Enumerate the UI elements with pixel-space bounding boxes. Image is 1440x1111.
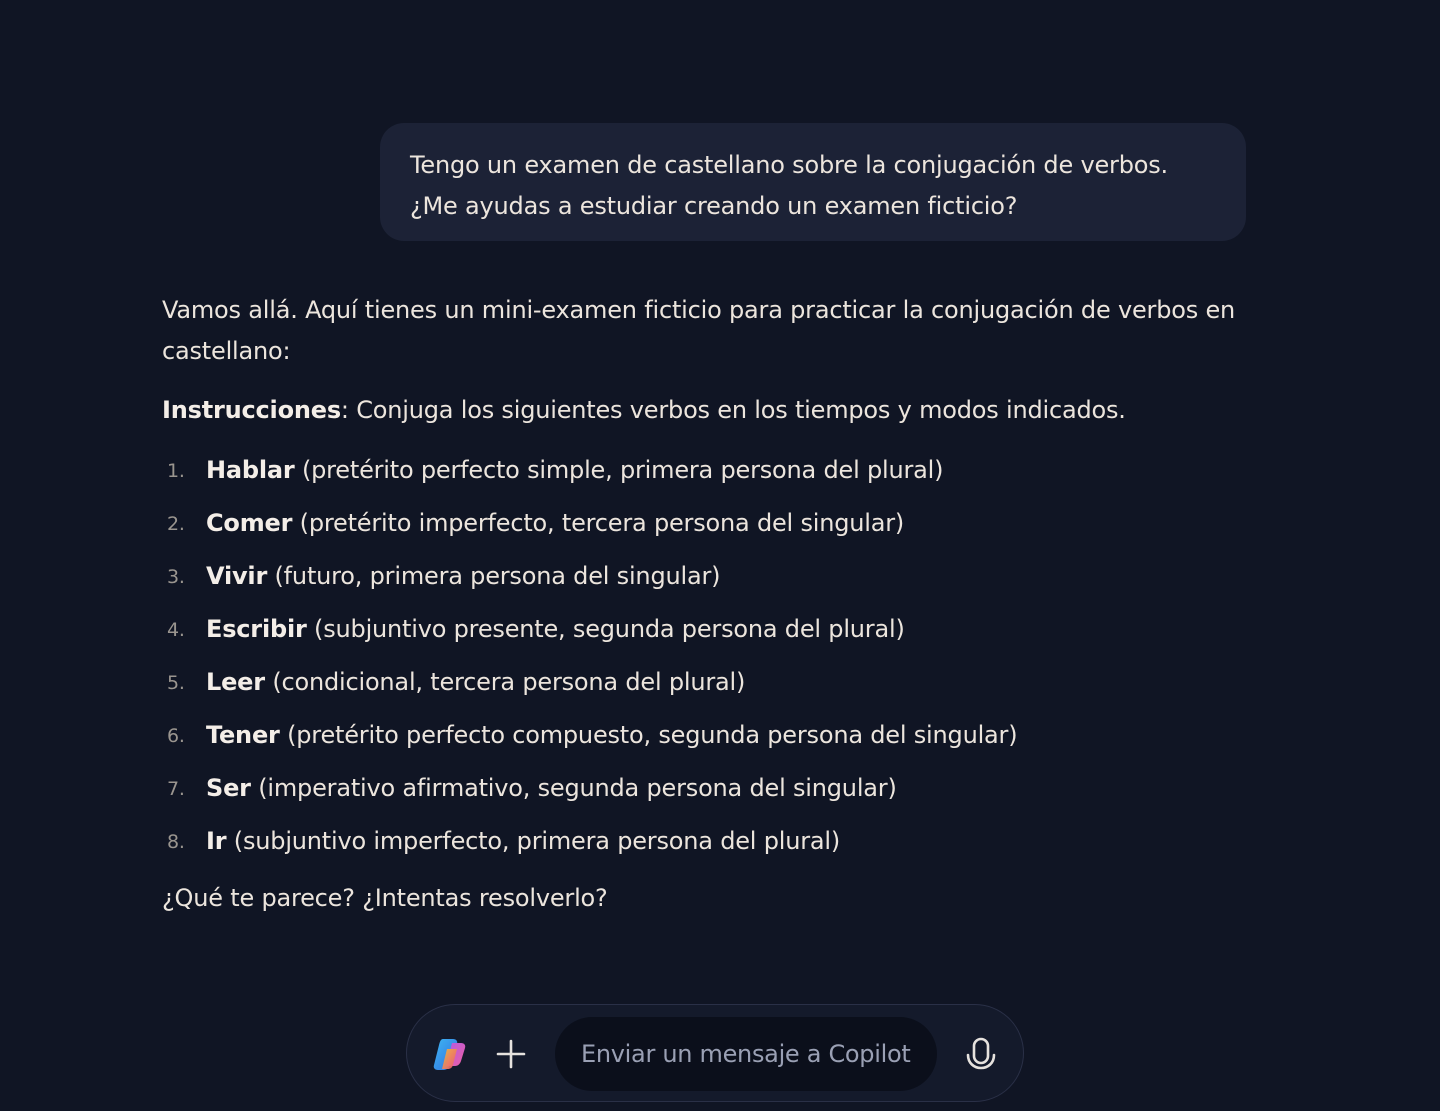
plus-icon (496, 1039, 526, 1069)
list-item-detail: (pretérito perfecto simple, primera pers… (294, 456, 944, 484)
list-item-detail: (pretérito imperfecto, tercera persona d… (292, 509, 905, 537)
list-item-number: 4. (167, 619, 185, 641)
assistant-message: Vamos allá. Aquí tienes un mini-examen f… (162, 290, 1262, 912)
list-item-number: 7. (167, 778, 185, 800)
message-input[interactable] (555, 1017, 937, 1091)
list-item-detail: (subjuntivo imperfecto, primera persona … (226, 827, 841, 855)
list-item-detail: (imperativo afirmativo, segunda persona … (250, 774, 897, 802)
list-item-detail: (pretérito perfecto compuesto, segunda p… (279, 721, 1018, 749)
list-item-verb: Hablar (206, 456, 295, 484)
instructions-paragraph: Instrucciones: Conjuga los siguientes ve… (162, 390, 1126, 430)
user-message-line: Tengo un examen de castellano sobre la c… (410, 151, 1168, 179)
list-item-number: 5. (167, 672, 185, 694)
list-item-verb: Tener (206, 721, 280, 749)
instructions-text: : Conjuga los siguientes verbos en los t… (340, 396, 1126, 424)
copilot-logo-icon[interactable] (432, 1035, 470, 1073)
microphone-icon (966, 1037, 996, 1070)
list-item-number: 1. (167, 460, 185, 482)
user-message-bubble: Tengo un examen de castellano sobre la c… (380, 123, 1246, 241)
list-item-detail: (condicional, tercera persona del plural… (264, 668, 746, 696)
list-item-detail: (futuro, primera persona del singular) (267, 562, 721, 590)
list-item-verb: Ser (206, 774, 251, 802)
list-item-verb: Vivir (206, 562, 268, 590)
list-item-number: 3. (167, 566, 185, 588)
assistant-intro-line: Vamos allá. Aquí tienes un mini-examen f… (162, 296, 1236, 324)
assistant-intro-line: castellano: (162, 337, 291, 365)
list-item-detail: (subjuntivo presente, segunda persona de… (306, 615, 905, 643)
list-item-number: 6. (167, 725, 185, 747)
list-item-verb: Comer (206, 509, 293, 537)
list-item-number: 8. (167, 831, 185, 853)
list-item-verb: Leer (206, 668, 265, 696)
instructions-label: Instrucciones (162, 396, 341, 424)
message-input-wrapper (555, 1017, 937, 1091)
assistant-intro: Vamos allá. Aquí tienes un mini-examen f… (162, 290, 1262, 372)
chat-page: Tengo un examen de castellano sobre la c… (0, 0, 1440, 1111)
user-message-line: ¿Me ayudas a estudiar creando un examen … (410, 192, 1018, 220)
message-composer (406, 1004, 1024, 1102)
microphone-button[interactable] (963, 1035, 999, 1075)
assistant-closing: ¿Qué te parece? ¿Intentas resolverlo? (162, 884, 608, 912)
list-item-verb: Ir (206, 827, 227, 855)
list-item-number: 2. (167, 513, 185, 535)
list-item-verb: Escribir (206, 615, 307, 643)
add-attachment-button[interactable] (491, 1034, 531, 1074)
